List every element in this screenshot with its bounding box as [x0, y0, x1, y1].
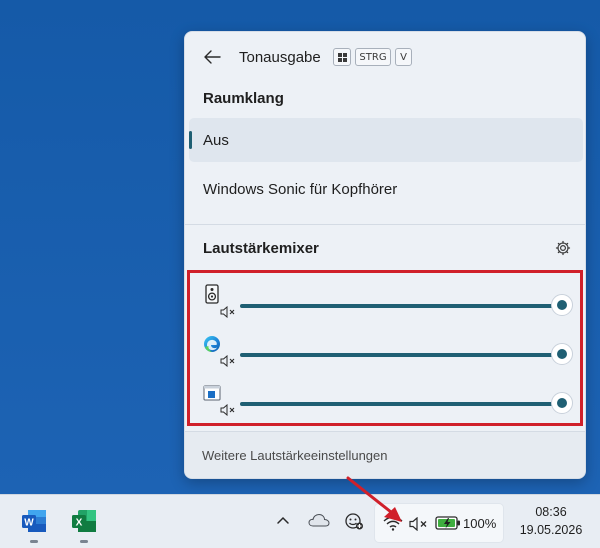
app-window-icon[interactable] — [203, 385, 221, 401]
selected-indicator — [189, 131, 192, 149]
more-volume-settings-link[interactable]: Weitere Lautstärkeeinstellungen — [202, 448, 388, 463]
flyout-title: Tonausgabe — [239, 49, 321, 66]
red-arrow-annotation — [346, 476, 402, 522]
taskbar: W X 100% 08:36 19.05.2026 — [0, 494, 600, 548]
mixer-row-edge — [190, 333, 580, 373]
muted-speaker-icon[interactable] — [220, 306, 236, 318]
clock-date: 19.05.2026 — [519, 523, 583, 537]
svg-text:X: X — [76, 518, 83, 529]
volume-slider-thumb[interactable] — [551, 343, 573, 365]
volume-slider-track[interactable] — [240, 402, 562, 406]
muted-speaker-icon — [409, 517, 427, 531]
volume-slider-track[interactable] — [240, 353, 562, 357]
spatial-option-label: Aus — [203, 131, 229, 149]
muted-speaker-icon[interactable] — [220, 355, 236, 367]
volume-slider-thumb[interactable] — [551, 392, 573, 414]
volume-mixer-highlight — [187, 270, 583, 426]
volume-slider-track[interactable] — [240, 304, 562, 308]
spatial-option-off[interactable]: Aus — [189, 118, 583, 162]
battery-charging-icon — [435, 516, 460, 530]
ctrl-key-badge: STRG — [355, 48, 391, 66]
chevron-up-icon[interactable] — [276, 515, 290, 525]
spatial-option-windows-sonic[interactable]: Windows Sonic für Kopfhörer — [189, 167, 583, 211]
sound-output-flyout: Tonausgabe STRG V Raumklang Aus Windows … — [184, 31, 586, 479]
spatial-sound-title: Raumklang — [203, 90, 284, 107]
clock-time: 08:36 — [535, 505, 567, 519]
divider — [185, 224, 585, 225]
running-indicator — [80, 540, 88, 543]
running-indicator — [30, 540, 38, 543]
flyout-header: Tonausgabe STRG V — [185, 32, 585, 82]
excel-icon[interactable]: X — [70, 507, 98, 535]
muted-speaker-icon[interactable] — [220, 404, 236, 416]
battery-percentage: 100% — [463, 516, 497, 531]
gear-icon[interactable] — [555, 240, 571, 256]
speaker-device-icon[interactable] — [204, 284, 220, 304]
mixer-row-app — [190, 382, 580, 422]
back-arrow-icon[interactable] — [203, 49, 221, 65]
volume-slider-thumb[interactable] — [551, 294, 573, 316]
svg-text:W: W — [24, 518, 34, 529]
v-key-badge: V — [395, 48, 412, 66]
volume-mixer-title: Lautstärkemixer — [203, 240, 319, 257]
windows-key-icon — [333, 48, 351, 66]
cloud-icon[interactable] — [308, 513, 330, 527]
edge-browser-icon[interactable] — [203, 335, 221, 353]
spatial-option-label: Windows Sonic für Kopfhörer — [203, 180, 398, 198]
mixer-row-speaker — [190, 284, 580, 324]
clock[interactable]: 08:36 19.05.2026 — [510, 503, 592, 539]
word-icon[interactable]: W — [20, 507, 48, 535]
